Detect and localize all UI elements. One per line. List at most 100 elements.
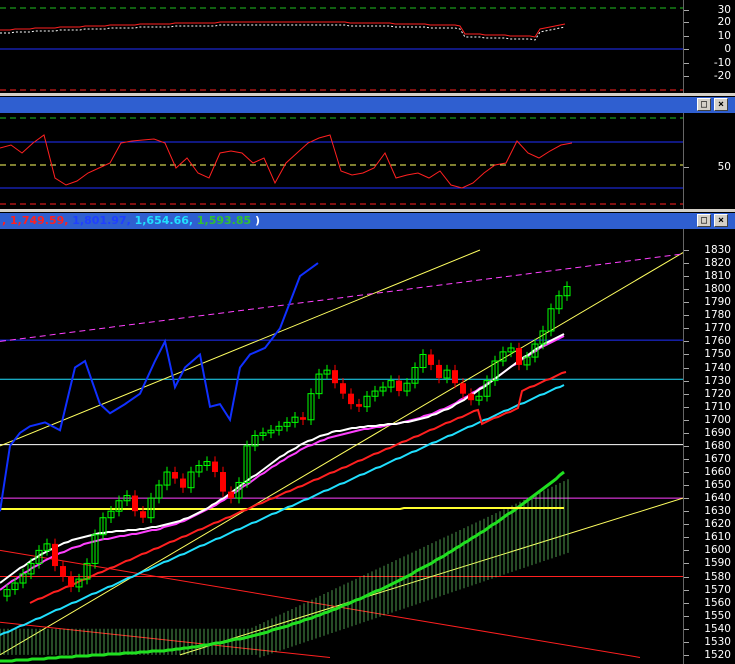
panel-2-titlebar[interactable]: □ × [0, 97, 735, 113]
price-axis: 1830 1820 1810 1800 1790 1780 1770 1760 1750 1740… [683, 229, 735, 664]
axis-tick-label: 1800 [704, 283, 731, 296]
axis-tick-label: 1680 [704, 439, 731, 452]
axis-tick-mark [684, 76, 689, 77]
candle-body [356, 404, 362, 407]
legend-entry: 1,593.85 [193, 214, 252, 227]
close-button[interactable]: × [714, 98, 728, 111]
candle-body [396, 380, 402, 392]
axis-tick-mark [684, 445, 689, 447]
candle-body [452, 370, 458, 384]
axis-tick-label: 1570 [704, 583, 731, 596]
legend-entry: ) [251, 214, 261, 227]
axis-tick-mark [684, 419, 689, 421]
axis-tick-mark [684, 589, 689, 591]
axis-tick-mark [684, 250, 689, 251]
axis-tick-mark [684, 315, 689, 317]
oscillator-panel-1: 30 20 10 0 -10 -20 [0, 0, 735, 93]
axis-tick-label: 1670 [704, 452, 731, 465]
candle-body [212, 461, 218, 473]
axis-tick-label: 1620 [704, 518, 731, 531]
panel-separator[interactable] [0, 209, 735, 212]
axis-tick-label: 1580 [704, 570, 731, 583]
axis-tick-mark [684, 10, 689, 11]
candle-body [348, 393, 354, 405]
axis-tick-mark [684, 380, 689, 382]
axis-tick-mark [684, 550, 689, 552]
axis-tick-mark [684, 537, 689, 539]
axis-tick-label: 1770 [704, 322, 731, 335]
axis-tick-label: 1780 [704, 309, 731, 322]
axis-tick-mark [684, 393, 689, 395]
axis-tick-mark [684, 563, 689, 565]
axis-tick-label: 1560 [704, 596, 731, 609]
ma-long-green [0, 470, 565, 663]
legend-entry: 1,654.66, [130, 214, 194, 227]
axis-tick-label: 1690 [704, 426, 731, 439]
axis-tick-mark [684, 458, 689, 460]
legend-entry: , 1,749.59, [2, 214, 69, 227]
axis-tick-mark [684, 628, 689, 630]
axis-tick-label: 1820 [704, 257, 731, 270]
close-button[interactable]: × [714, 214, 728, 227]
candle-body [300, 417, 306, 420]
axis-tick-label: 1830 [704, 244, 731, 256]
trendline-channel [0, 252, 683, 656]
oscillator-1-plot [0, 7, 683, 91]
axis-tick-label: 1530 [704, 635, 731, 648]
axis-tick-mark [684, 341, 689, 343]
axis-tick-label: 1720 [704, 387, 731, 400]
axis-tick-mark [684, 289, 689, 291]
axis-tick-label: 1550 [704, 609, 731, 622]
axis-tick-mark [684, 328, 689, 330]
axis-tick-label: 1590 [704, 557, 731, 570]
axis-tick-mark [684, 498, 689, 500]
maximize-button[interactable]: □ [697, 214, 711, 227]
axis-tick-mark [684, 485, 689, 487]
axis-tick-mark [684, 576, 689, 578]
axis-tick-label: 1730 [704, 374, 731, 387]
panel-separator[interactable] [0, 93, 735, 96]
axis-tick-label: 1700 [704, 413, 731, 426]
candle-body [140, 511, 146, 518]
candle-body [172, 472, 178, 479]
axis-tick-mark [684, 432, 689, 434]
axis-tick-label: 50 [717, 161, 731, 173]
indicator-legend: , 1,749.59, 1,801.97, 1,654.66, 1,593.85… [2, 214, 260, 227]
axis-tick-mark [684, 22, 689, 23]
price-chart-panel: 1830 1820 1810 1800 1790 1780 1770 1760 1750 1740… [0, 229, 735, 664]
axis-tick-label: 1540 [704, 622, 731, 635]
ma-white [0, 333, 565, 584]
axis-tick-label: 1750 [704, 348, 731, 361]
axis-tick-label: 1650 [704, 479, 731, 492]
axis-tick-label: 1790 [704, 296, 731, 309]
lagging-span [0, 262, 319, 512]
oscillator-2-axis: 50 [683, 113, 735, 209]
axis-tick-label: -10 [713, 57, 731, 69]
price-panel-titlebar[interactable]: , 1,749.59, 1,801.97, 1,654.66, 1,593.85… [0, 213, 735, 229]
axis-tick-label: 20 [717, 16, 731, 28]
axis-tick-mark [684, 615, 689, 617]
candle-body [332, 370, 338, 384]
candle-body [52, 543, 58, 567]
candle-body [220, 472, 226, 492]
candle-body [60, 566, 66, 577]
axis-tick-label: 30 [717, 4, 731, 16]
axis-tick-label: 1600 [704, 544, 731, 557]
candle-body [468, 393, 474, 401]
oscillator-1-axis: 30 20 10 0 -10 -20 [683, 0, 735, 93]
oscillator-2-line [0, 134, 573, 189]
oscillator-panel-2: 50 [0, 113, 735, 209]
candle-body [68, 576, 74, 587]
axis-tick-mark [684, 406, 689, 408]
axis-tick-mark [684, 302, 689, 304]
axis-tick-label: 1640 [704, 492, 731, 505]
axis-tick-mark [684, 511, 689, 513]
axis-tick-label: 1710 [704, 400, 731, 413]
price-chart-plot [0, 249, 683, 663]
axis-tick-mark [684, 167, 689, 168]
ma-red [29, 371, 567, 604]
maximize-button[interactable]: □ [697, 98, 711, 111]
axis-tick-label: 1740 [704, 361, 731, 374]
legend-entry: 1,801.97, [68, 214, 131, 227]
axis-tick-label: 1630 [704, 505, 731, 518]
